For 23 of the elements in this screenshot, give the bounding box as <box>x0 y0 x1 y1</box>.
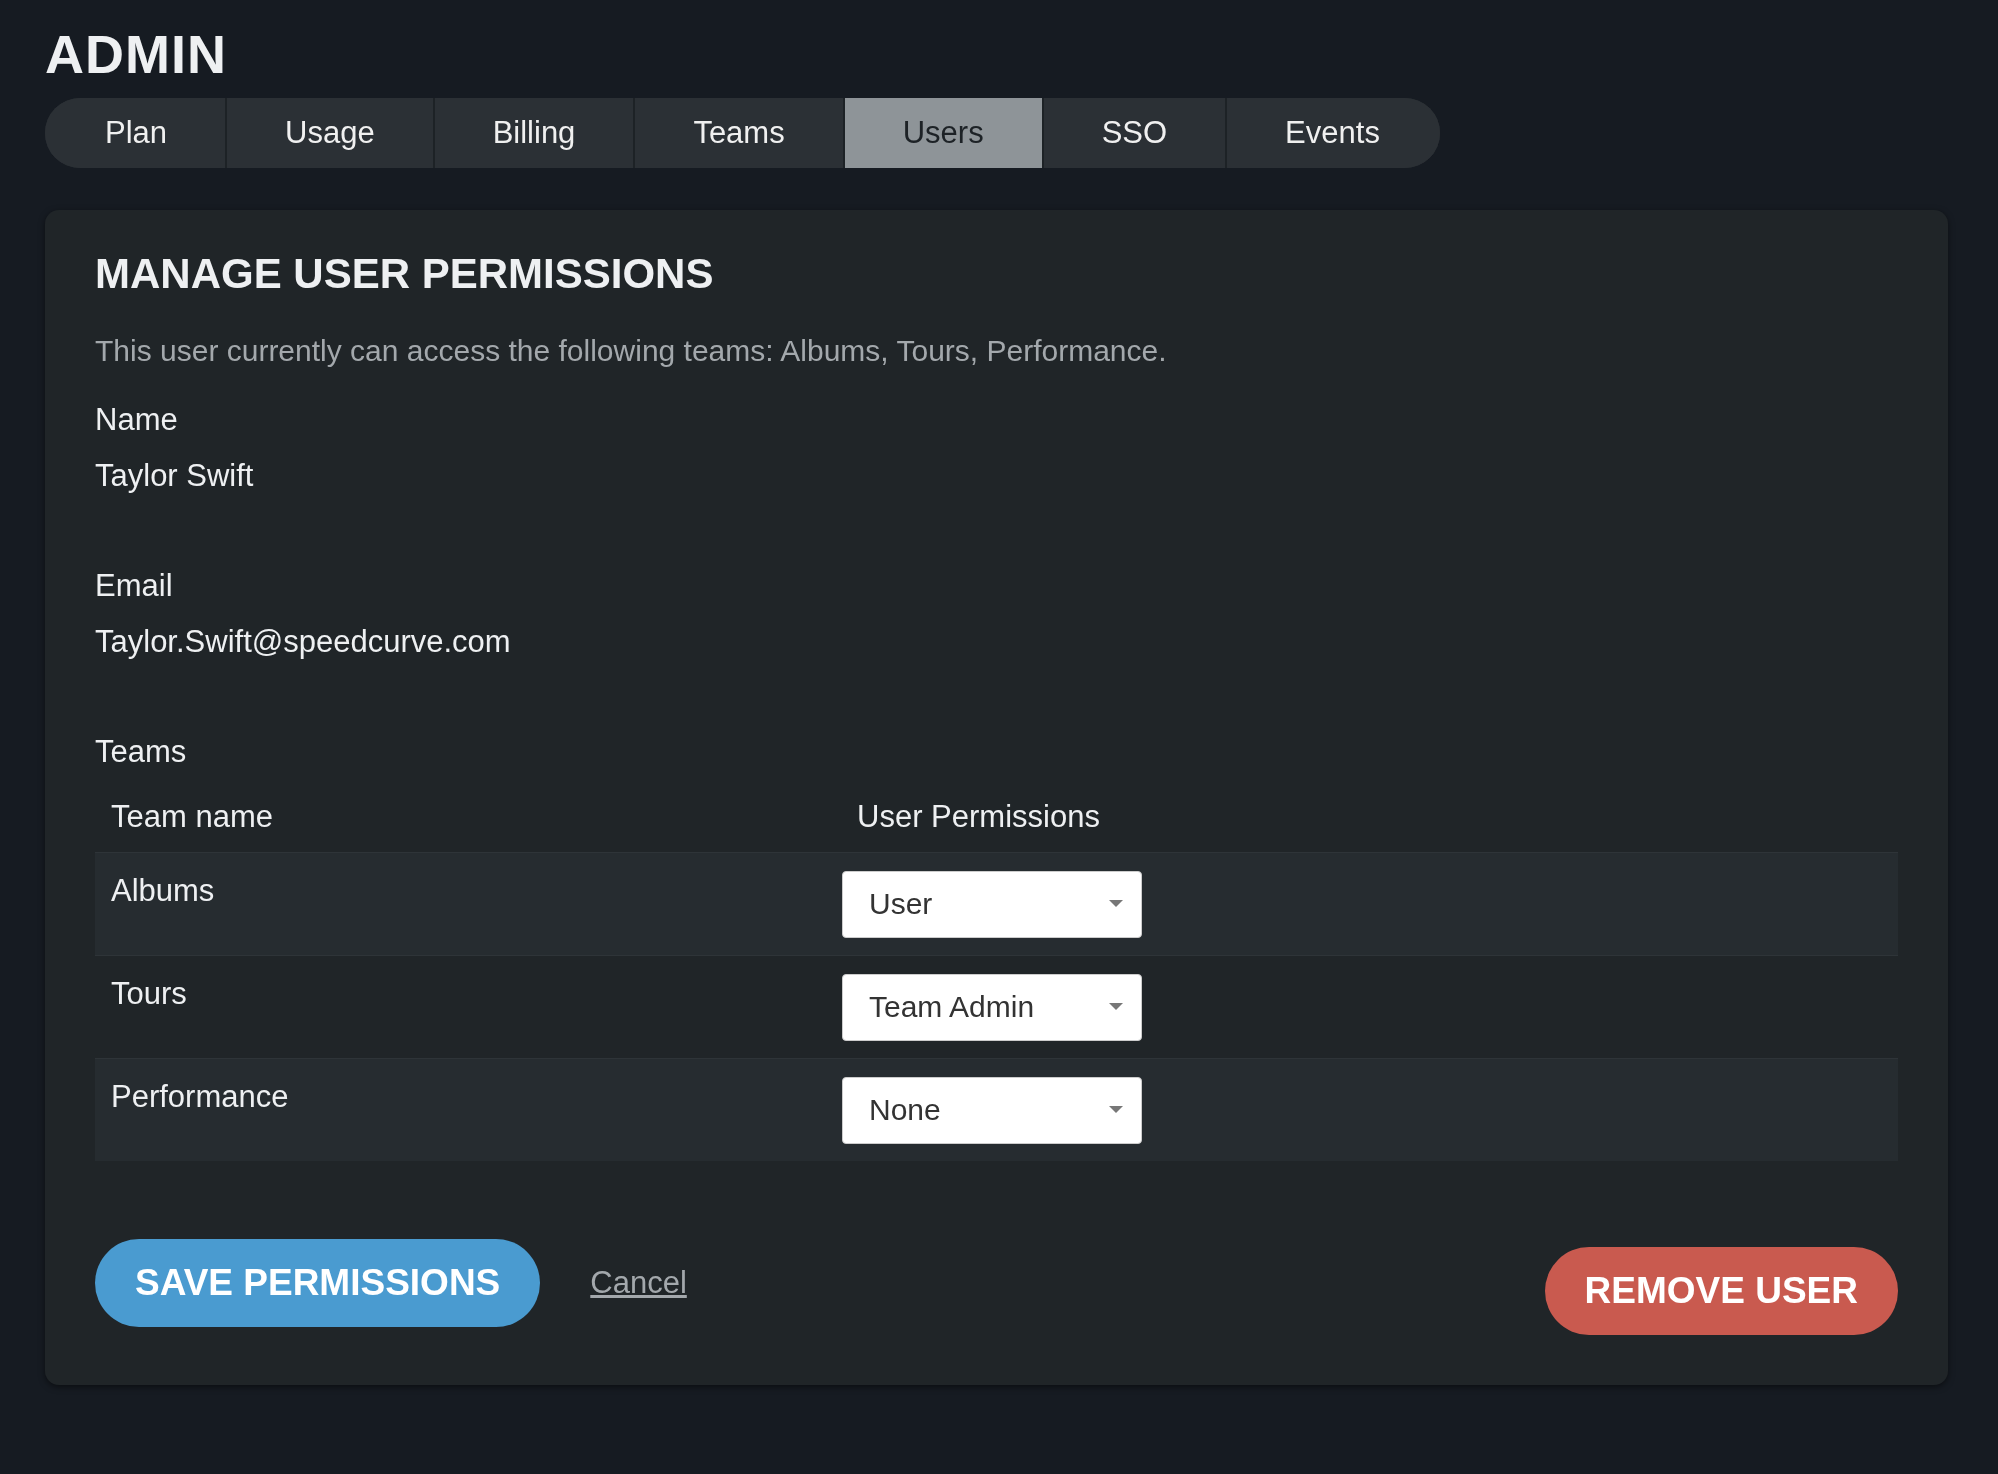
field-label: Name <box>95 401 179 439</box>
field-label: Email <box>95 567 174 605</box>
tab[interactable]: Users <box>844 98 1044 168</box>
page-title: ADMIN <box>45 24 228 84</box>
column-header: User Permissions <box>856 799 1101 835</box>
field-value: Taylor Swift <box>95 457 255 495</box>
column-header: Team name <box>110 799 274 835</box>
tab[interactable]: Plan <box>45 98 228 168</box>
description-text: This user currently can access the following teams: Albums, Tours, Performance. <box>95 334 1168 368</box>
table-cell-text: Tours <box>110 975 188 1013</box>
permission-select[interactable]: None <box>842 1076 1142 1144</box>
table-cell-text: Performance <box>110 1078 290 1116</box>
table-cell-text: Albums <box>110 872 216 910</box>
field-label: Teams <box>95 733 188 771</box>
permission-select[interactable]: User <box>842 870 1142 938</box>
section-heading: MANAGE USER PERMISSIONS <box>95 249 715 299</box>
caret-icon <box>1109 1003 1123 1011</box>
caret-icon <box>1109 900 1123 908</box>
caret-icon <box>1109 1106 1123 1114</box>
cancel-link[interactable]: Cancel <box>590 1265 687 1301</box>
remove-user-button[interactable]: REMOVE USER <box>1544 1247 1898 1335</box>
field-value: Taylor.Swift@speedcurve.com <box>95 623 512 661</box>
permission-select[interactable]: Team Admin <box>842 973 1142 1041</box>
